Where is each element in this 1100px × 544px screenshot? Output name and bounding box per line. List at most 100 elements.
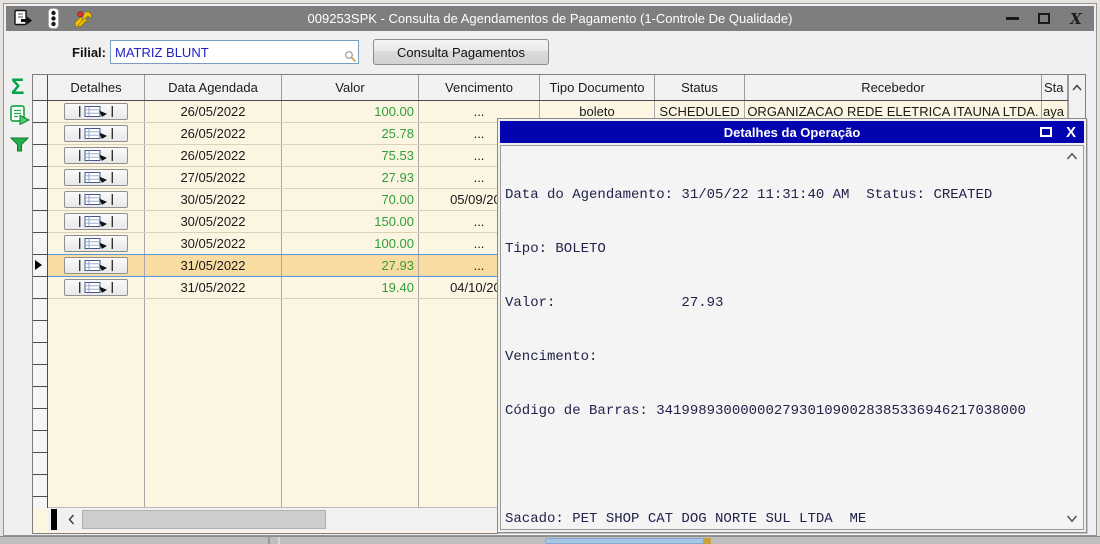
detalhes-operacao-popup: Detalhes da Operação X Data do Agendamen… bbox=[497, 118, 1087, 533]
column-header-tipo-documento[interactable]: Tipo Documento bbox=[540, 75, 655, 100]
detalhes-cell bbox=[48, 277, 145, 298]
data-agendada-cell: 26/05/2022 bbox=[145, 101, 282, 122]
operation-details-text: Data do Agendamento: 31/05/22 11:31:40 A… bbox=[505, 150, 1061, 529]
valor-cell: 27.93 bbox=[282, 167, 419, 188]
detalhes-cell bbox=[48, 145, 145, 166]
column-header-recebedor[interactable]: Recebedor bbox=[745, 75, 1042, 100]
column-line bbox=[144, 299, 145, 508]
scroll-up-icon[interactable] bbox=[1069, 75, 1085, 99]
detail-line: Vencimento: bbox=[505, 349, 598, 365]
valor-cell: 150.00 bbox=[282, 211, 419, 232]
filter-funnel-icon[interactable] bbox=[10, 137, 29, 152]
detalhes-button[interactable] bbox=[64, 125, 128, 142]
row-indicator-cell[interactable] bbox=[33, 453, 47, 475]
valor-cell: 100.00 bbox=[282, 101, 419, 122]
background-taskbar-dot bbox=[703, 538, 711, 544]
background-separator bbox=[268, 537, 270, 544]
detalhes-cell bbox=[48, 101, 145, 122]
row-indicator-cell[interactable] bbox=[33, 299, 47, 321]
grid-header: Detalhes Data Agendada Valor Vencimento … bbox=[33, 75, 1068, 101]
current-row-arrow-icon bbox=[35, 260, 42, 270]
column-header-data-agendada[interactable]: Data Agendada bbox=[145, 75, 282, 100]
row-indicator-cell[interactable] bbox=[33, 321, 47, 343]
column-header-valor[interactable]: Valor bbox=[282, 75, 419, 100]
valor-cell: 70.00 bbox=[282, 189, 419, 210]
sigma-sum-icon[interactable]: Σ bbox=[11, 76, 24, 98]
popup-titlebar[interactable]: Detalhes da Operação X bbox=[500, 121, 1084, 143]
row-indicator-cell[interactable] bbox=[33, 101, 47, 123]
screen: 009253SPK - Consulta de Agendamentos de … bbox=[0, 0, 1100, 544]
column-header-sta[interactable]: Sta bbox=[1042, 75, 1068, 100]
detalhes-cell bbox=[48, 189, 145, 210]
row-indicator-cell[interactable] bbox=[33, 167, 47, 189]
header-gutter bbox=[33, 75, 48, 100]
row-indicator-cell[interactable] bbox=[33, 365, 47, 387]
scroll-left-icon[interactable] bbox=[61, 509, 81, 530]
row-indicator-cell[interactable] bbox=[33, 497, 47, 508]
valor-cell: 100.00 bbox=[282, 233, 419, 254]
background-taskbar-item bbox=[545, 538, 705, 544]
export-grid-icon[interactable] bbox=[8, 104, 32, 126]
data-agendada-cell: 30/05/2022 bbox=[145, 233, 282, 254]
row-indicator-cell[interactable] bbox=[33, 409, 47, 431]
close-button[interactable]: X bbox=[1068, 10, 1084, 28]
consulta-pagamentos-button[interactable]: Consulta Pagamentos bbox=[373, 39, 549, 65]
row-indicator-cell[interactable] bbox=[33, 277, 47, 299]
row-indicator-cell[interactable] bbox=[33, 387, 47, 409]
data-agendada-cell: 31/05/2022 bbox=[145, 255, 282, 276]
detalhes-cell bbox=[48, 123, 145, 144]
row-indicator-cell[interactable] bbox=[33, 145, 47, 167]
column-line bbox=[281, 299, 282, 508]
detalhes-cell bbox=[48, 167, 145, 188]
data-agendada-cell: 30/05/2022 bbox=[145, 189, 282, 210]
detail-line: Sacado: PET SHOP CAT DOG NORTE SUL LTDA … bbox=[505, 511, 867, 527]
column-header-status[interactable]: Status bbox=[655, 75, 745, 100]
data-agendada-cell: 27/05/2022 bbox=[145, 167, 282, 188]
window-titlebar[interactable]: 009253SPK - Consulta de Agendamentos de … bbox=[6, 6, 1094, 31]
popup-scroll-down-icon[interactable] bbox=[1066, 515, 1078, 523]
popup-close-button[interactable]: X bbox=[1066, 125, 1076, 140]
detalhes-button[interactable] bbox=[64, 147, 128, 164]
row-indicator-cell[interactable] bbox=[33, 211, 47, 233]
popup-body: Data do Agendamento: 31/05/22 11:31:40 A… bbox=[500, 145, 1084, 530]
detail-line: Código de Barras: 3419989300000027930109… bbox=[505, 403, 1026, 419]
column-line bbox=[418, 299, 419, 508]
row-indicator-cell[interactable] bbox=[33, 475, 47, 497]
export-page-icon[interactable] bbox=[12, 8, 34, 29]
detalhes-button[interactable] bbox=[64, 257, 128, 274]
column-header-vencimento[interactable]: Vencimento bbox=[419, 75, 540, 100]
wrench-icon[interactable] bbox=[72, 8, 94, 29]
detail-line: Tipo: BOLETO bbox=[505, 241, 606, 257]
valor-cell: 27.93 bbox=[282, 255, 419, 276]
detalhes-button[interactable] bbox=[64, 279, 128, 296]
scrollbar-thumb[interactable] bbox=[82, 510, 326, 529]
row-indicator-cell[interactable] bbox=[33, 123, 47, 145]
row-indicator-cell-selected[interactable] bbox=[33, 255, 47, 277]
data-agendada-cell: 26/05/2022 bbox=[145, 145, 282, 166]
minimize-button[interactable] bbox=[1004, 12, 1020, 26]
column-header-detalhes[interactable]: Detalhes bbox=[48, 75, 145, 100]
popup-scroll-up-icon[interactable] bbox=[1066, 152, 1078, 160]
detail-line bbox=[505, 456, 1061, 474]
detalhes-button[interactable] bbox=[64, 169, 128, 186]
detalhes-button[interactable] bbox=[64, 103, 128, 120]
window-title: 009253SPK - Consulta de Agendamentos de … bbox=[307, 11, 793, 26]
detalhes-cell bbox=[48, 255, 145, 276]
row-indicator-cell[interactable] bbox=[33, 431, 47, 453]
detalhes-button[interactable] bbox=[64, 235, 128, 252]
valor-cell: 25.78 bbox=[282, 123, 419, 144]
popup-maximize-button[interactable] bbox=[1039, 127, 1052, 137]
data-agendada-cell: 26/05/2022 bbox=[145, 123, 282, 144]
data-agendada-cell: 30/05/2022 bbox=[145, 211, 282, 232]
row-indicator-cell[interactable] bbox=[33, 343, 47, 365]
maximize-button[interactable] bbox=[1036, 12, 1052, 26]
row-indicator-cell[interactable] bbox=[33, 189, 47, 211]
data-agendada-cell: 31/05/2022 bbox=[145, 277, 282, 298]
detalhes-button[interactable] bbox=[64, 213, 128, 230]
detalhes-button[interactable] bbox=[64, 191, 128, 208]
traffic-light-icon[interactable] bbox=[42, 8, 64, 29]
filial-input[interactable]: MATRIZ BLUNT bbox=[110, 40, 359, 64]
magnifier-icon[interactable] bbox=[344, 50, 357, 63]
row-indicator-gutter bbox=[33, 101, 48, 508]
row-indicator-cell[interactable] bbox=[33, 233, 47, 255]
